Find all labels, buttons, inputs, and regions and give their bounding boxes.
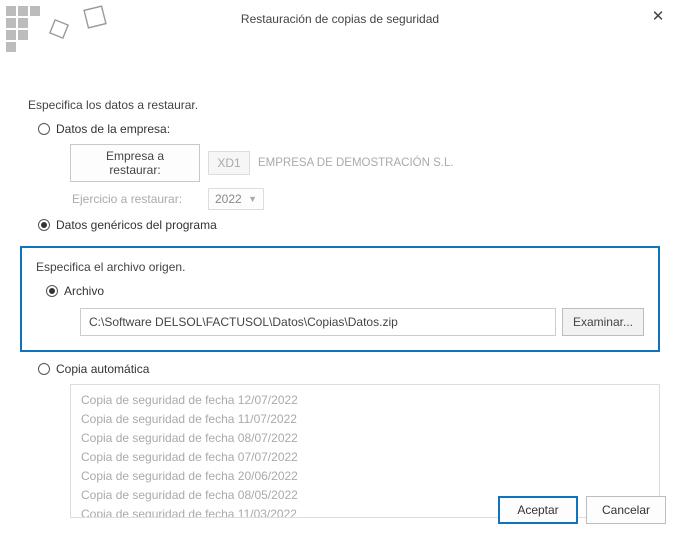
year-select[interactable]: 2022 ▼ <box>208 188 264 210</box>
company-name-label: EMPRESA DE DEMOSTRACIÓN S.L. <box>258 157 454 169</box>
radio-label-generic: Datos genéricos del programa <box>56 218 217 232</box>
radio-icon <box>38 219 50 231</box>
radio-icon <box>46 285 58 297</box>
chevron-down-icon: ▼ <box>248 194 257 204</box>
list-item: Copia de seguridad de fecha 12/07/2022 <box>81 391 649 410</box>
origin-group: Especifica el archivo origen. Archivo C:… <box>20 246 660 352</box>
radio-label-company: Datos de la empresa: <box>56 122 170 136</box>
list-item: Copia de seguridad de fecha 08/07/2022 <box>81 429 649 448</box>
section-origin-spec: Especifica el archivo origen. <box>36 260 644 274</box>
exercise-label: Ejercicio a restaurar: <box>70 188 200 210</box>
window-title: Restauración de copias de seguridad <box>241 0 439 26</box>
cancel-button[interactable]: Cancelar <box>586 496 666 524</box>
list-item: Copia de seguridad de fecha 11/07/2022 <box>81 410 649 429</box>
footer-buttons: Aceptar Cancelar <box>498 496 666 524</box>
company-code-box: XD1 <box>208 151 250 175</box>
content-area: Especifica los datos a restaurar. Datos … <box>0 40 680 518</box>
close-button[interactable]: ✕ <box>646 6 670 30</box>
header-decor-icon <box>4 4 112 52</box>
titlebar: Restauración de copias de seguridad ✕ <box>0 0 680 40</box>
accept-button[interactable]: Aceptar <box>498 496 578 524</box>
file-path-input[interactable]: C:\Software DELSOL\FACTUSOL\Datos\Copias… <box>80 308 556 336</box>
section-data-spec: Especifica los datos a restaurar. <box>28 98 660 112</box>
year-value: 2022 <box>215 192 242 206</box>
radio-label-file: Archivo <box>64 284 104 298</box>
company-fields: Empresa a restaurar: XD1 EMPRESA DE DEMO… <box>70 144 660 210</box>
radio-icon <box>38 123 50 135</box>
radio-file[interactable]: Archivo <box>46 284 644 298</box>
list-item: Copia de seguridad de fecha 20/06/2022 <box>81 467 649 486</box>
radio-company-data[interactable]: Datos de la empresa: <box>38 122 660 136</box>
list-item: Copia de seguridad de fecha 07/07/2022 <box>81 448 649 467</box>
browse-button[interactable]: Examinar... <box>562 308 644 336</box>
radio-generic-data[interactable]: Datos genéricos del programa <box>38 218 660 232</box>
radio-auto-copy[interactable]: Copia automática <box>38 362 660 376</box>
radio-label-auto: Copia automática <box>56 362 149 376</box>
company-restore-button[interactable]: Empresa a restaurar: <box>70 144 200 182</box>
radio-icon <box>38 363 50 375</box>
